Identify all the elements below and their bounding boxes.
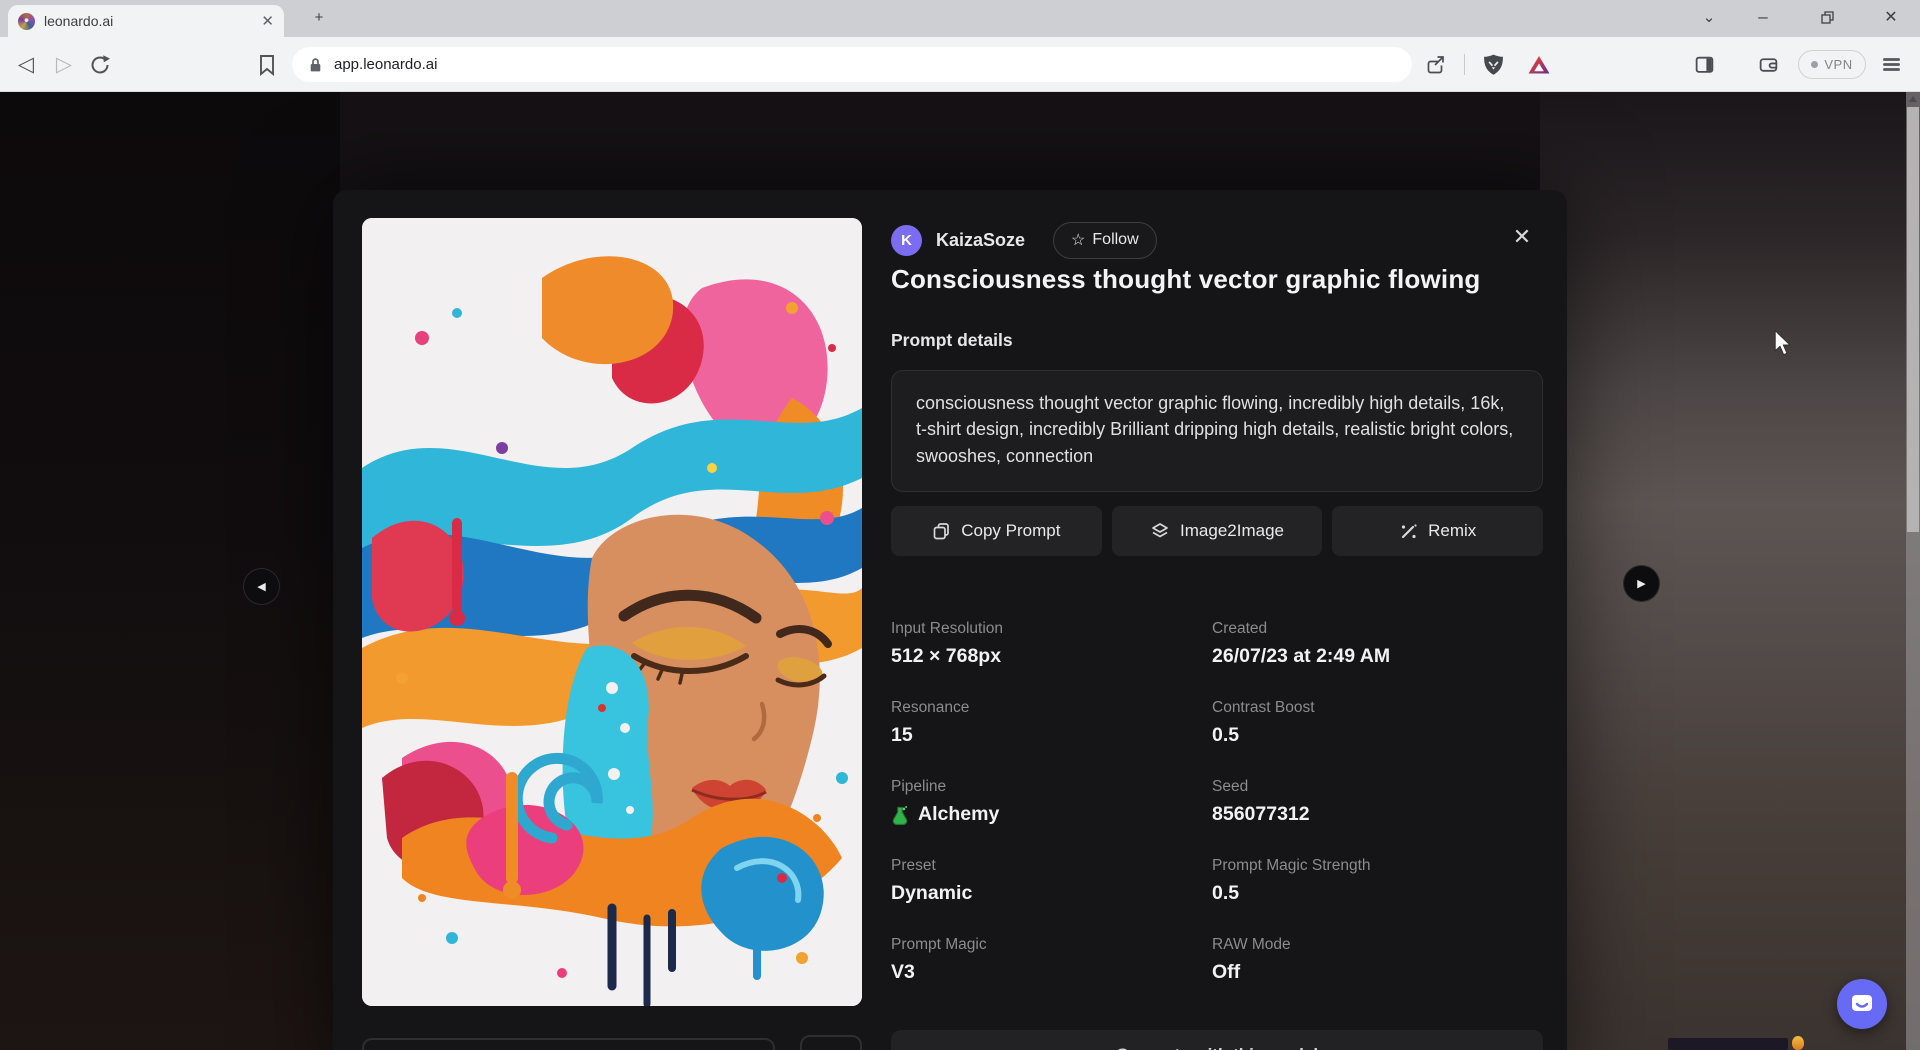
webpage-viewport: ◀ ▶ <box>0 92 1920 1050</box>
window-restore-button[interactable] <box>1804 0 1850 34</box>
remix-button[interactable]: Remix <box>1332 506 1543 556</box>
browser-menu-button[interactable] <box>1876 37 1906 92</box>
chat-bubble-icon <box>1849 991 1875 1017</box>
generation-detail-modal: ✕ K KaizaSoze ☆ Follow Consciousness tho… <box>333 190 1567 1050</box>
image2image-button[interactable]: Image2Image <box>1112 506 1323 556</box>
support-chat-button[interactable] <box>1837 979 1887 1029</box>
thumbnail-strip-button[interactable] <box>800 1035 862 1050</box>
artwork-image[interactable] <box>362 218 862 1006</box>
detail-resonance: Resonance 15 <box>891 699 1212 747</box>
modal-close-button[interactable]: ✕ <box>1505 220 1539 254</box>
scrollbar-thumb[interactable] <box>1907 107 1919 532</box>
layers-icon <box>1150 521 1170 541</box>
detail-raw-mode: RAW Mode Off <box>1212 936 1543 984</box>
page-backdrop-right <box>1540 92 1920 1050</box>
prompt-actions: Copy Prompt Image2Image <box>891 506 1543 556</box>
hamburger-menu-icon <box>1882 55 1901 74</box>
tab-close-icon[interactable]: ✕ <box>261 12 274 30</box>
thumbnail-strip[interactable] <box>362 1038 775 1050</box>
bat-triangle-icon <box>1527 53 1551 77</box>
window-close-button[interactable]: ✕ <box>1868 0 1914 34</box>
reload-icon <box>89 54 111 76</box>
reload-button[interactable] <box>86 37 114 92</box>
brave-shield-icon <box>1482 53 1505 76</box>
tab-search-chevron-icon[interactable]: ⌄ <box>1686 0 1732 34</box>
username[interactable]: KaizaSoze <box>936 230 1025 251</box>
detail-input-resolution: Input Resolution 512 × 768px <box>891 620 1212 668</box>
carousel-next-button[interactable]: ▶ <box>1623 565 1660 602</box>
copy-prompt-button[interactable]: Copy Prompt <box>891 506 1102 556</box>
screen: leonardo.ai ✕ + ⌄ – ✕ ◁ ▷ <box>0 0 1920 1050</box>
brave-rewards-button[interactable] <box>1524 37 1554 92</box>
generate-with-model-button[interactable]: Generate with this model <box>891 1030 1543 1050</box>
carousel-prev-button[interactable]: ◀ <box>243 568 280 605</box>
new-tab-button[interactable]: + <box>296 0 342 34</box>
bookmark-icon[interactable] <box>252 37 282 92</box>
magic-wand-icon <box>1399 522 1418 541</box>
share-icon <box>1424 54 1446 76</box>
mouse-cursor <box>1772 330 1794 361</box>
detail-prompt-magic: Prompt Magic V3 <box>891 936 1212 984</box>
leonardo-favicon-icon <box>18 13 35 30</box>
cutoff-watermark-flame-icon <box>1792 1036 1804 1050</box>
window-minimize-button[interactable]: – <box>1740 0 1786 34</box>
image2image-label: Image2Image <box>1180 521 1284 541</box>
wallet-icon <box>1758 54 1779 75</box>
lock-icon <box>308 57 323 73</box>
detail-created: Created 26/07/23 at 2:49 AM <box>1212 620 1543 668</box>
back-button[interactable]: ◁ <box>12 37 40 92</box>
sidebar-icon <box>1694 54 1715 75</box>
browser-tab[interactable]: leonardo.ai ✕ <box>8 5 284 37</box>
generation-details-grid: Input Resolution 512 × 768px Created 26/… <box>891 620 1543 984</box>
toolbar-separator <box>1464 54 1465 75</box>
brave-shield-button[interactable] <box>1478 37 1508 92</box>
alchemy-flask-icon <box>891 805 909 825</box>
detail-seed: Seed 856077312 <box>1212 778 1543 826</box>
prompt-text-box[interactable]: consciousness thought vector graphic flo… <box>891 370 1543 492</box>
follow-label: Follow <box>1092 231 1138 249</box>
copy-icon <box>932 522 951 541</box>
generation-title: Consciousness thought vector graphic flo… <box>891 264 1543 295</box>
detail-prompt-magic-strength: Prompt Magic Strength 0.5 <box>1212 857 1543 905</box>
follow-button[interactable]: ☆ Follow <box>1053 222 1157 259</box>
vpn-button[interactable]: VPN <box>1798 50 1866 79</box>
avatar[interactable]: K <box>891 225 922 256</box>
browser-toolbar: ◁ ▷ app.leonardo.ai <box>0 37 1920 92</box>
detail-pipeline: Pipeline Alchemy <box>891 778 1212 826</box>
tab-strip: leonardo.ai ✕ + ⌄ – ✕ <box>0 0 1920 37</box>
cursor-arrow-icon <box>1772 330 1794 356</box>
forward-button: ▷ <box>50 37 78 92</box>
artwork-illustration <box>362 218 862 1006</box>
copy-prompt-label: Copy Prompt <box>961 521 1060 541</box>
bookmark-ribbon-icon <box>257 54 277 76</box>
wallet-button[interactable] <box>1752 37 1784 92</box>
creator-header: K KaizaSoze ☆ Follow <box>891 220 1491 260</box>
cutoff-watermark <box>1668 1038 1788 1050</box>
remix-label: Remix <box>1428 521 1476 541</box>
address-bar[interactable]: app.leonardo.ai <box>292 47 1412 82</box>
share-button[interactable] <box>1420 37 1450 92</box>
url-text[interactable]: app.leonardo.ai <box>334 56 437 73</box>
tab-title: leonardo.ai <box>44 13 113 29</box>
vpn-status-dot <box>1811 61 1818 68</box>
page-backdrop-left <box>0 92 340 1050</box>
vpn-label: VPN <box>1824 57 1852 72</box>
page-scrollbar[interactable] <box>1906 92 1920 1050</box>
sidebar-toggle-button[interactable] <box>1688 37 1720 92</box>
star-icon: ☆ <box>1071 230 1085 250</box>
detail-contrast-boost: Contrast Boost 0.5 <box>1212 699 1543 747</box>
prompt-details-heading: Prompt details <box>891 330 1013 351</box>
scrollbar-up-arrow-icon[interactable] <box>1909 96 1917 102</box>
restore-icon <box>1821 11 1834 24</box>
detail-preset: Preset Dynamic <box>891 857 1212 905</box>
